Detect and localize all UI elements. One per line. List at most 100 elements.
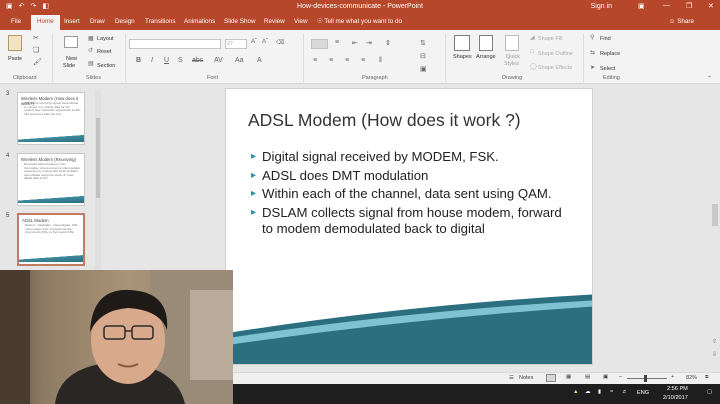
- slide-bullet-list[interactable]: ▸ Digital signal received by MODEM, FSK. …: [251, 149, 571, 240]
- scrollbar-thumb[interactable]: [96, 118, 100, 198]
- font-size-box[interactable]: 27: [225, 39, 247, 49]
- zoom-slider[interactable]: [627, 378, 667, 379]
- numbering-icon[interactable]: ≡: [335, 39, 339, 46]
- tab-home[interactable]: Home: [31, 15, 60, 30]
- clock-time[interactable]: 2:56 PM: [667, 386, 688, 392]
- shape-outline-button[interactable]: Shape Outline: [538, 51, 573, 57]
- quick-styles-label-1[interactable]: Quick: [506, 54, 520, 60]
- align-center-icon[interactable]: ≡: [329, 57, 333, 64]
- wifi-icon[interactable]: ≈: [610, 389, 613, 395]
- next-slide-icon[interactable]: ⇩: [712, 351, 717, 358]
- paste-button[interactable]: Paste: [8, 56, 22, 62]
- language-indicator[interactable]: ENG: [637, 390, 649, 396]
- tab-draw[interactable]: Draw: [90, 18, 105, 25]
- tab-file[interactable]: File: [11, 18, 21, 25]
- share-button[interactable]: ☺ Share: [669, 18, 694, 25]
- shapes-icon[interactable]: [454, 35, 470, 51]
- clock-date[interactable]: 2/10/2017: [663, 395, 688, 401]
- scrollbar-thumb[interactable]: [712, 204, 718, 226]
- clear-format-icon[interactable]: ⌫: [276, 39, 284, 46]
- new-slide-label-1[interactable]: New: [66, 56, 77, 62]
- increase-font-icon[interactable]: Aˆ: [251, 39, 257, 45]
- italic-icon[interactable]: I: [151, 57, 153, 64]
- tab-design[interactable]: Design: [115, 18, 135, 25]
- close-icon[interactable]: ✕: [708, 2, 714, 10]
- line-spacing-icon[interactable]: ⇕: [385, 39, 391, 47]
- shapes-button[interactable]: Shapes: [453, 54, 472, 60]
- tab-slide-show[interactable]: Slide Show: [224, 18, 256, 25]
- copy-icon[interactable]: ❏: [33, 46, 39, 54]
- decrease-font-icon[interactable]: Aˇ: [262, 39, 268, 45]
- columns-icon[interactable]: ‖: [379, 57, 382, 64]
- notes-icon[interactable]: ☰: [509, 375, 514, 381]
- slide-title[interactable]: ADSL Modem (How does it work ?): [248, 110, 521, 131]
- decrease-indent-icon[interactable]: ⇤: [352, 39, 358, 47]
- reset-button[interactable]: Reset: [97, 49, 111, 55]
- ribbon-display-options-icon[interactable]: ▣: [638, 2, 645, 10]
- tab-transitions[interactable]: Transitions: [145, 18, 176, 25]
- quick-styles-label-2[interactable]: Styles: [504, 61, 519, 67]
- previous-slide-icon[interactable]: ⇧: [712, 338, 717, 345]
- shape-fill-button[interactable]: Shape Fill: [538, 36, 562, 42]
- new-slide-label-2[interactable]: Slide: [63, 63, 75, 69]
- collapse-ribbon-icon[interactable]: ⌃: [707, 75, 712, 82]
- system-tray-icon[interactable]: ☁: [585, 389, 591, 395]
- text-direction-icon[interactable]: ⇅: [420, 39, 426, 47]
- tab-review[interactable]: Review: [264, 18, 285, 25]
- battery-icon[interactable]: ▮: [598, 389, 601, 395]
- align-text-icon[interactable]: ⊟: [420, 52, 426, 60]
- tab-view[interactable]: View: [294, 18, 308, 25]
- section-button[interactable]: Section: [97, 63, 115, 69]
- slide-thumbnail[interactable]: Wireless Modem (How does it work?) Will …: [17, 92, 85, 145]
- thumbnail-scrollbar[interactable]: [95, 90, 101, 270]
- volume-icon[interactable]: ♬: [622, 389, 628, 395]
- slideshow-icon[interactable]: ▣: [603, 374, 608, 380]
- change-case-icon[interactable]: Aa: [235, 57, 244, 64]
- arrange-button[interactable]: Arrange: [476, 54, 496, 60]
- zoom-level[interactable]: 82%: [686, 375, 697, 381]
- spacing-icon[interactable]: AV: [214, 57, 223, 64]
- notes-button[interactable]: Notes: [519, 375, 533, 381]
- zoom-in-icon[interactable]: +: [671, 374, 674, 380]
- bullets-icon[interactable]: [311, 39, 328, 49]
- normal-view-icon[interactable]: [546, 374, 556, 382]
- minimize-icon[interactable]: —: [663, 2, 670, 9]
- find-button[interactable]: Find: [600, 36, 611, 42]
- smartart-icon[interactable]: ▣: [420, 65, 427, 73]
- new-slide-icon[interactable]: [64, 36, 78, 48]
- increase-indent-icon[interactable]: ⇥: [366, 39, 372, 47]
- paste-icon[interactable]: [8, 35, 22, 51]
- slide-thumbnail-selected[interactable]: ADSL Modem Modem - Modulate - Demodulate…: [17, 213, 85, 266]
- zoom-slider-thumb[interactable]: [644, 375, 647, 382]
- font-color-icon[interactable]: A: [257, 57, 262, 64]
- slide-canvas[interactable]: ADSL Modem (How does it work ?) ▸ Digital…: [225, 88, 593, 365]
- select-button[interactable]: Select: [600, 66, 615, 72]
- align-left-icon[interactable]: ≡: [313, 57, 317, 64]
- strikethrough-icon[interactable]: abc: [192, 57, 203, 64]
- sign-in-link[interactable]: Sign in: [591, 3, 612, 10]
- align-right-icon[interactable]: ≡: [345, 57, 349, 64]
- justify-icon[interactable]: ≡: [361, 57, 365, 64]
- font-name-box[interactable]: [129, 39, 221, 49]
- shape-effects-button[interactable]: Shape Effects: [538, 65, 572, 71]
- underline-icon[interactable]: U: [164, 57, 169, 64]
- action-center-icon[interactable]: ▢: [707, 389, 712, 395]
- tab-animations[interactable]: Animations: [184, 18, 215, 25]
- format-painter-icon[interactable]: 🖌: [33, 58, 42, 66]
- notification-icon[interactable]: ▲: [573, 389, 579, 395]
- bold-icon[interactable]: B: [136, 57, 141, 64]
- replace-button[interactable]: Replace: [600, 51, 620, 57]
- tell-me-search[interactable]: ☉ Tell me what you want to do: [317, 18, 402, 25]
- arrange-icon[interactable]: [479, 35, 493, 51]
- shadow-icon[interactable]: S: [178, 57, 183, 64]
- slide-sorter-icon[interactable]: ▦: [566, 374, 571, 380]
- tab-insert[interactable]: Insert: [64, 18, 80, 25]
- fit-to-window-icon[interactable]: ⧈: [705, 374, 709, 381]
- quick-styles-icon[interactable]: [505, 35, 519, 51]
- cut-icon[interactable]: ✂: [33, 34, 39, 42]
- reading-view-icon[interactable]: ▤: [585, 374, 590, 380]
- slide-thumbnail[interactable]: Wireless Modem (Receiving) Received radi…: [17, 153, 85, 206]
- layout-button[interactable]: Layout: [97, 36, 114, 42]
- maximize-icon[interactable]: ❐: [686, 2, 692, 10]
- zoom-out-icon[interactable]: –: [619, 374, 622, 380]
